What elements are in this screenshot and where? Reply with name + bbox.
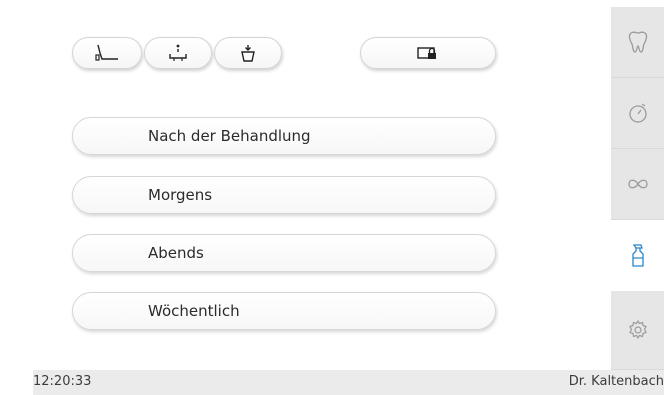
chair-flat-button[interactable] [144, 37, 212, 69]
tab-treatment[interactable] [611, 7, 664, 78]
program-evening-label: Abends [148, 244, 204, 262]
program-after-treatment-label: Nach der Behandlung [148, 127, 311, 145]
tab-timer[interactable] [611, 78, 664, 149]
program-weekly-label: Wöchentlich [148, 302, 240, 320]
lock-screen-button[interactable] [360, 37, 496, 69]
program-morning-label: Morgens [148, 186, 213, 204]
infinity-icon [627, 179, 648, 189]
chair-flat-icon [169, 44, 187, 61]
lock-screen-icon [417, 47, 436, 59]
user-name: Dr. Kaltenbach [568, 374, 664, 389]
clock-time: 12:20:33 [33, 374, 92, 389]
main-panel: Nach der Behandlung Morgens Abends Wöche… [33, 7, 611, 370]
device-screen: Nach der Behandlung Morgens Abends Wöche… [33, 7, 664, 395]
program-weekly-button[interactable]: Wöchentlich [72, 292, 496, 330]
tab-programs[interactable] [611, 149, 664, 220]
timer-icon [628, 103, 647, 123]
program-evening-button[interactable]: Abends [72, 234, 496, 272]
spray-bottle-icon [631, 243, 644, 267]
tab-settings[interactable] [611, 291, 664, 370]
status-bar: 12:20:33 Dr. Kaltenbach [33, 370, 664, 395]
chair-recline-button[interactable] [72, 37, 142, 69]
program-after-treatment-button[interactable]: Nach der Behandlung [72, 117, 496, 155]
tooth-icon [628, 31, 647, 53]
rinse-cup-icon [241, 45, 255, 62]
program-morning-button[interactable]: Morgens [72, 176, 496, 214]
rinse-cup-button[interactable] [214, 37, 282, 69]
tab-hygiene[interactable] [611, 220, 664, 291]
chair-recline-icon [95, 44, 118, 61]
settings-gear-icon [628, 319, 647, 340]
